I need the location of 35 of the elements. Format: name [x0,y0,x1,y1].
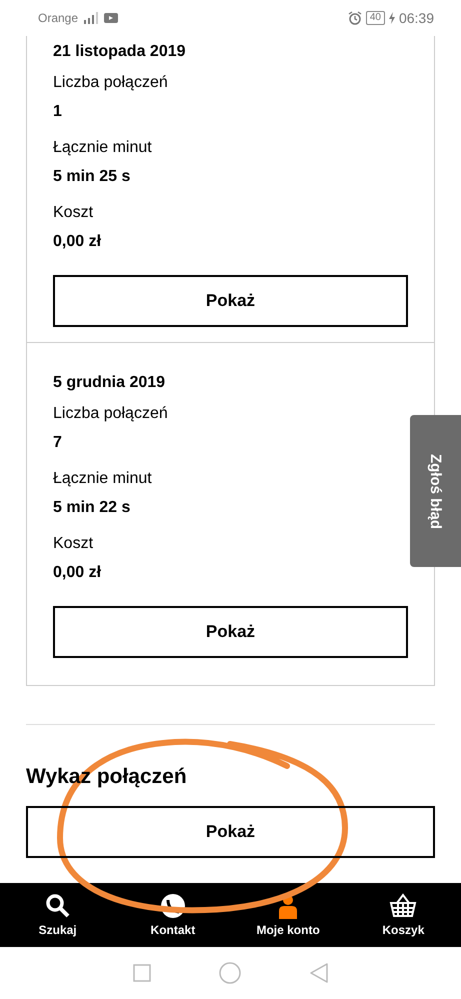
field-value: 5 min 22 s [53,498,132,518]
field-label: Koszt [53,534,94,554]
show-button[interactable]: Pokaż [53,606,408,658]
feedback-tab[interactable]: Zgłoś błąd [410,415,461,567]
nav-item[interactable]: Kontakt [118,892,228,938]
charging-icon [388,12,395,24]
field-value: 0,00 zł [53,232,102,252]
video-icon [104,13,118,23]
search-icon [44,893,71,919]
show-button[interactable]: Pokaż [53,275,408,327]
date-heading: 21 listopada 2019 [53,42,187,62]
date-heading: 5 grudnia 2019 [53,373,166,393]
nav-item[interactable]: Moje konto [233,892,344,938]
field-label: Koszt [53,203,94,223]
field-label: Liczba połączeń [53,404,169,424]
field-value: 5 min 25 s [53,167,132,187]
clock-time: 06:39 [398,10,434,26]
field-value: 1 [53,102,63,122]
phone-icon [160,893,186,919]
signal-icon [82,11,100,25]
alarm-icon [348,11,362,25]
carrier-name: Orange [38,11,78,25]
home-icon[interactable] [218,962,240,984]
basket-icon [389,893,418,919]
recents-icon[interactable] [132,964,150,982]
nav-item[interactable]: Koszyk [348,892,458,938]
field-label: Łącznie minut [53,138,153,158]
battery-level: 40 [366,11,385,25]
nav-item[interactable]: Szukaj [2,892,113,938]
field-label: Liczba połączeń [53,73,169,93]
field-value: 7 [53,433,63,453]
field-label: Łącznie minut [53,469,153,489]
back-icon[interactable] [308,963,328,983]
field-value: 0,00 zł [53,563,102,583]
show-button[interactable]: Pokaż [26,806,435,858]
